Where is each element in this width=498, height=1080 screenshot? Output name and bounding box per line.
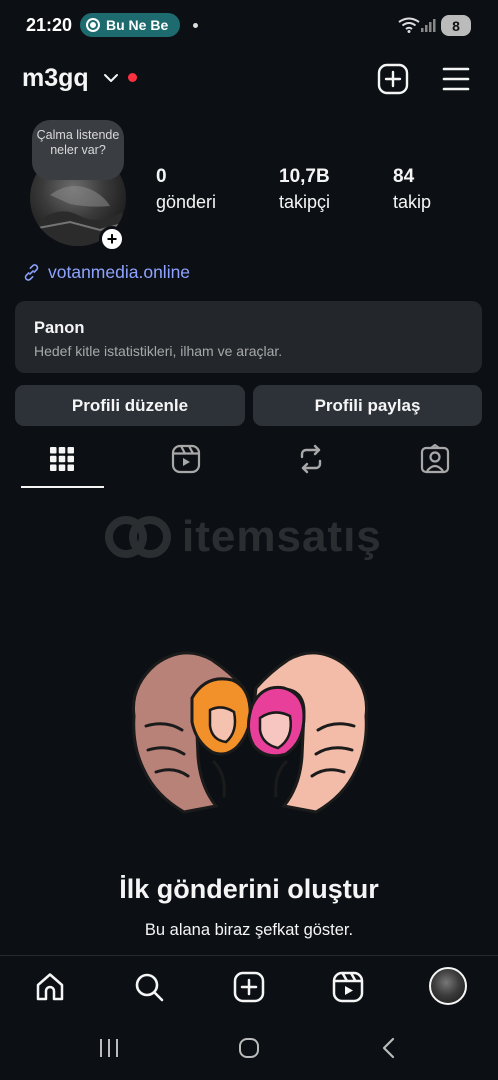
watermark-logo-icon [105, 516, 171, 558]
reels-icon [332, 971, 364, 1003]
new-post-button[interactable] [377, 63, 409, 95]
repost-icon [300, 444, 322, 474]
recent-apps-button[interactable] [94, 1036, 124, 1060]
notification-pill-text: Bu Ne Be [106, 17, 169, 33]
chevron-down-icon[interactable] [103, 72, 119, 84]
profile-header: m3gq [0, 58, 498, 102]
battery-indicator: 8 [441, 15, 471, 36]
menu-icon[interactable] [441, 65, 471, 93]
edit-profile-button[interactable]: Profili düzenle [15, 385, 245, 426]
dashboard-card[interactable]: Panon Hedef kitle istatistikleri, ilham … [15, 301, 482, 373]
profile-link[interactable]: votanmedia.online [22, 262, 190, 283]
stat-followers-value: 10,7B [279, 166, 330, 187]
stat-posts-value: 0 [156, 166, 167, 187]
dashboard-title: Panon [34, 319, 85, 337]
link-icon [24, 264, 39, 281]
signal-icon [421, 19, 436, 32]
home-system-button[interactable] [234, 1036, 264, 1060]
nav-profile-avatar[interactable] [429, 967, 467, 1005]
status-time: 21:20 [26, 15, 73, 35]
tagged-icon [420, 444, 450, 474]
link-text[interactable]: votanmedia.online [48, 262, 190, 283]
nav-create[interactable] [231, 969, 267, 1005]
notification-dot-indicator [193, 23, 198, 28]
bottom-nav-divider [0, 955, 498, 956]
reels-icon [171, 444, 201, 474]
home-circle-icon [239, 1038, 259, 1058]
tab-reposts[interactable] [294, 442, 328, 476]
profile-tabs [0, 436, 498, 489]
active-tab-indicator [21, 486, 104, 488]
wifi-icon [398, 17, 420, 33]
stat-posts-label: gönderi [156, 192, 217, 212]
tab-tagged[interactable] [418, 442, 452, 476]
account-notification-dot [128, 73, 137, 82]
stat-posts[interactable]: 0 gönderi [156, 166, 216, 213]
recent-apps-icon [100, 1039, 118, 1057]
stat-followers-label: takipçi [279, 192, 331, 212]
nav-search[interactable] [131, 969, 167, 1005]
tab-reels[interactable] [169, 442, 203, 476]
note-bubble[interactable]: Çalma listende neler var? [32, 120, 124, 180]
dashboard-subtitle: Hedef kitle istatistikleri, ilham ve ara… [34, 343, 283, 359]
add-story-icon[interactable]: + [99, 226, 125, 252]
stat-following-value: 84 [393, 166, 415, 187]
empty-state-title: İlk gönderini oluştur [119, 874, 379, 904]
back-system-button[interactable] [374, 1036, 404, 1060]
status-bar: 21:20 Bu Ne Be 8 [0, 0, 498, 52]
profile-avatar-area: Çalma listende neler var? + [30, 120, 126, 252]
watermark: itemsatış [104, 512, 382, 562]
stat-followers[interactable]: 10,7B takipçi [279, 166, 330, 213]
search-icon [135, 973, 164, 1002]
tab-grid[interactable] [45, 442, 79, 476]
nav-home[interactable] [32, 969, 68, 1005]
stat-following[interactable]: 84 takip [393, 166, 431, 213]
notification-app-icon [86, 18, 100, 32]
create-icon [233, 971, 265, 1003]
stat-following-label: takip [393, 192, 432, 212]
watermark-text: itemsatış [182, 512, 382, 561]
share-profile-button[interactable]: Profili paylaş [253, 385, 482, 426]
account-username[interactable]: m3gq [22, 64, 89, 93]
empty-state-subtitle: Bu alana biraz şefkat göster. [144, 921, 354, 939]
grid-icon [50, 447, 74, 471]
heart-hands-illustration [131, 651, 369, 814]
home-icon [36, 973, 64, 1001]
nav-reels[interactable] [330, 969, 366, 1005]
notification-pill[interactable]: Bu Ne Be [80, 13, 180, 37]
back-chevron-icon [382, 1037, 395, 1059]
